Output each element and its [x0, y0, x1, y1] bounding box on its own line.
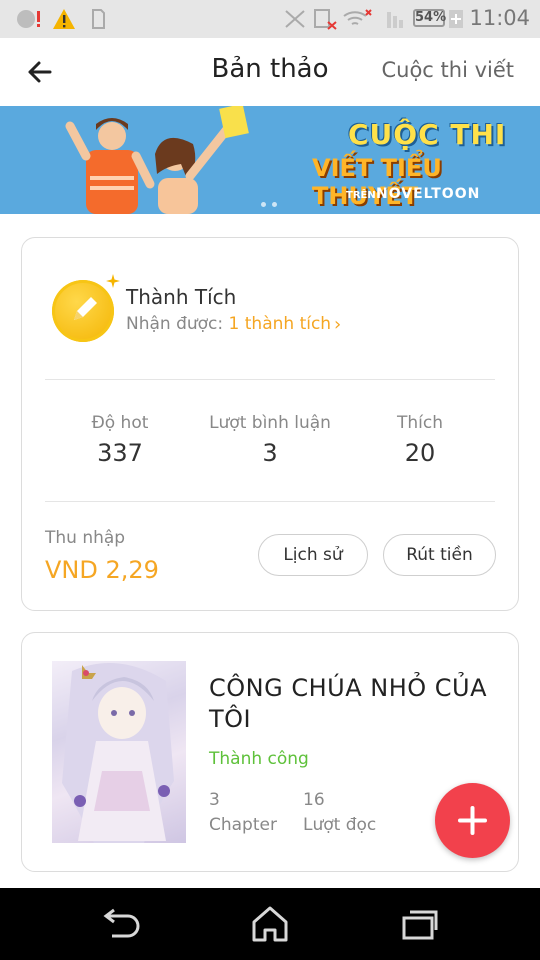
no-sim-icon [387, 12, 403, 28]
read-count-value: 16 [303, 790, 325, 810]
back-icon[interactable] [90, 900, 150, 948]
stat-value: 337 [97, 439, 143, 467]
read-count-label: Lượt đọc [303, 815, 377, 835]
status-bar: 54% 11:04 [0, 0, 540, 38]
battery-icon: 54% [413, 9, 447, 27]
plus-icon [458, 806, 487, 835]
sd-card-icon [92, 9, 105, 29]
income-value: VND 2,29 [45, 556, 159, 584]
banner-heading-line1: CUỘC THI [348, 118, 507, 151]
withdraw-button[interactable]: Rút tiền [383, 534, 496, 576]
achievements-received-label: Nhận được: [126, 314, 224, 334]
chapter-count: 3 Chapter [209, 788, 277, 838]
app-header: Bản thảo Cuộc thi viết [0, 38, 540, 106]
sparkle-icon [106, 274, 120, 288]
warning-icon [53, 9, 75, 29]
book-cover-image[interactable] [52, 661, 186, 843]
banner-pager [258, 192, 280, 211]
achievements-title: Thành Tích [126, 285, 237, 309]
signal-off-icon [314, 9, 337, 30]
home-icon[interactable] [240, 900, 300, 948]
battery-level: 54% [415, 10, 447, 25]
banner-subtext: TRÊN [346, 190, 376, 201]
pager-dot [261, 202, 266, 207]
stat-hotness: Độ hot 337 [45, 413, 195, 467]
banner-brand: NOVELTOON [376, 186, 481, 202]
stat-value: 20 [404, 439, 436, 467]
achievement-medal-icon [52, 280, 114, 342]
stat-label: Thích [396, 413, 443, 433]
achievements-received-count[interactable]: 1 thành tích [229, 314, 332, 334]
divider [45, 501, 495, 502]
author-stats-card: Thành Tích Nhận được: 1 thành tích › Độ … [21, 237, 519, 611]
writing-contest-link[interactable]: Cuộc thi viết [381, 58, 514, 82]
history-button[interactable]: Lịch sử [258, 534, 368, 576]
chevron-right-icon[interactable]: › [334, 314, 341, 335]
banner-illustration [0, 106, 300, 214]
divider [45, 379, 495, 380]
pencil-icon [74, 297, 97, 320]
clock: 11:04 [469, 6, 530, 30]
stat-value: 3 [262, 439, 278, 467]
book-status: Thành công [209, 749, 309, 769]
wifi-icon [343, 9, 372, 25]
achievements-received[interactable]: Nhận được: 1 thành tích [126, 314, 331, 334]
notification-icon [17, 10, 40, 28]
chapter-count-value: 3 [209, 790, 220, 810]
pager-dot [272, 202, 277, 207]
bluetooth-off-icon [285, 10, 305, 28]
stat-label: Độ hot [91, 413, 149, 433]
stat-comments: Lượt bình luận 3 [195, 413, 345, 467]
income-label: Thu nhập [45, 528, 126, 548]
charging-plus-icon [449, 10, 463, 28]
system-nav-bar [0, 888, 540, 960]
chapter-count-label: Chapter [209, 815, 277, 835]
stat-label: Lượt bình luận [209, 413, 331, 433]
book-title[interactable]: CÔNG CHÚA NHỎ CỦA TÔI [209, 673, 499, 735]
cover-illustration [62, 663, 174, 843]
read-count: 16 Lượt đọc [303, 788, 376, 838]
recent-apps-icon[interactable] [390, 900, 450, 948]
add-button[interactable] [435, 783, 510, 858]
stat-likes: Thích 20 [345, 413, 495, 467]
